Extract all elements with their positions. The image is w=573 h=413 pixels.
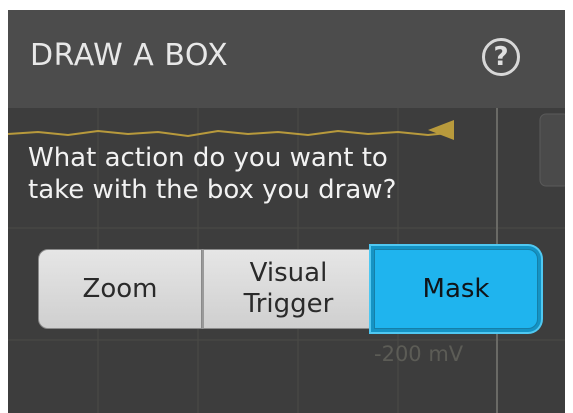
visual-trigger-label-line2: Trigger	[243, 289, 334, 319]
dialog-title: DRAW A BOX	[30, 38, 229, 73]
visual-trigger-label: Visual Trigger	[244, 258, 334, 320]
visual-trigger-button[interactable]: Visual Trigger	[202, 249, 374, 329]
question-circle-icon: ?	[493, 42, 509, 72]
waveform-trace	[8, 129, 449, 138]
screen: DRAW A BOX ? -200 mV What action do you …	[0, 0, 573, 413]
mask-button[interactable]: Mask	[374, 249, 538, 329]
scale-label: -200 mV	[374, 342, 464, 366]
question-line: What action do you want to	[28, 143, 388, 173]
help-button[interactable]: ?	[482, 38, 520, 76]
trigger-marker-icon	[428, 120, 454, 140]
draw-a-box-dialog: DRAW A BOX ? -200 mV What action do you …	[8, 10, 565, 413]
dialog-body: -200 mV What action do you want to take …	[8, 108, 565, 413]
question-text: What action do you want to take with the…	[28, 142, 528, 206]
visual-trigger-label-line1: Visual	[249, 258, 328, 288]
mask-button-label: Mask	[422, 273, 490, 304]
question-line: take with the box you draw?	[28, 175, 397, 205]
side-tab	[539, 113, 565, 187]
dialog-header: DRAW A BOX ?	[8, 10, 565, 108]
zoom-button-label: Zoom	[82, 273, 158, 304]
action-segmented-control: Zoom Visual Trigger Mask	[38, 249, 538, 329]
zoom-button[interactable]: Zoom	[38, 249, 202, 329]
